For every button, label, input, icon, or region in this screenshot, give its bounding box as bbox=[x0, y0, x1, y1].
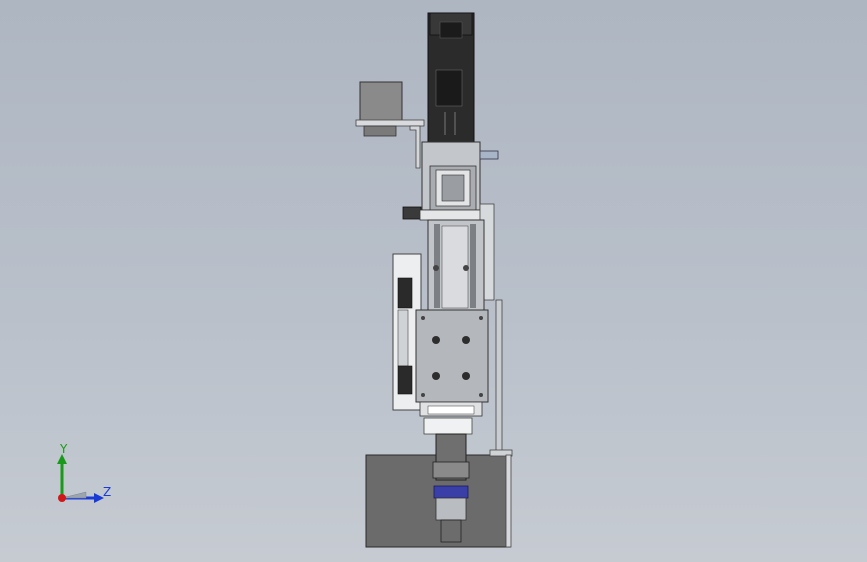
slider-plate bbox=[415, 309, 489, 403]
spindle-ring bbox=[433, 485, 469, 499]
plate-bolt bbox=[432, 336, 440, 344]
side-cylinder bbox=[359, 81, 403, 123]
right-bracket bbox=[495, 299, 503, 456]
tool-tip bbox=[440, 519, 462, 543]
y-axis-label: Y bbox=[60, 442, 68, 456]
plate-bolt bbox=[462, 372, 470, 380]
axis-triad: Y Z bbox=[40, 438, 120, 518]
assembly-model[interactable] bbox=[0, 0, 867, 562]
motor-connector bbox=[439, 21, 463, 39]
triad-arrows bbox=[57, 454, 104, 503]
plate-bolt bbox=[462, 336, 470, 344]
motor-label bbox=[435, 69, 463, 107]
left-knob bbox=[402, 206, 422, 220]
cad-viewport[interactable]: Y Z bbox=[0, 0, 867, 562]
right-bracket-lower bbox=[505, 454, 512, 548]
plate-bolt bbox=[432, 372, 440, 380]
z-axis-label: Z bbox=[103, 485, 112, 499]
